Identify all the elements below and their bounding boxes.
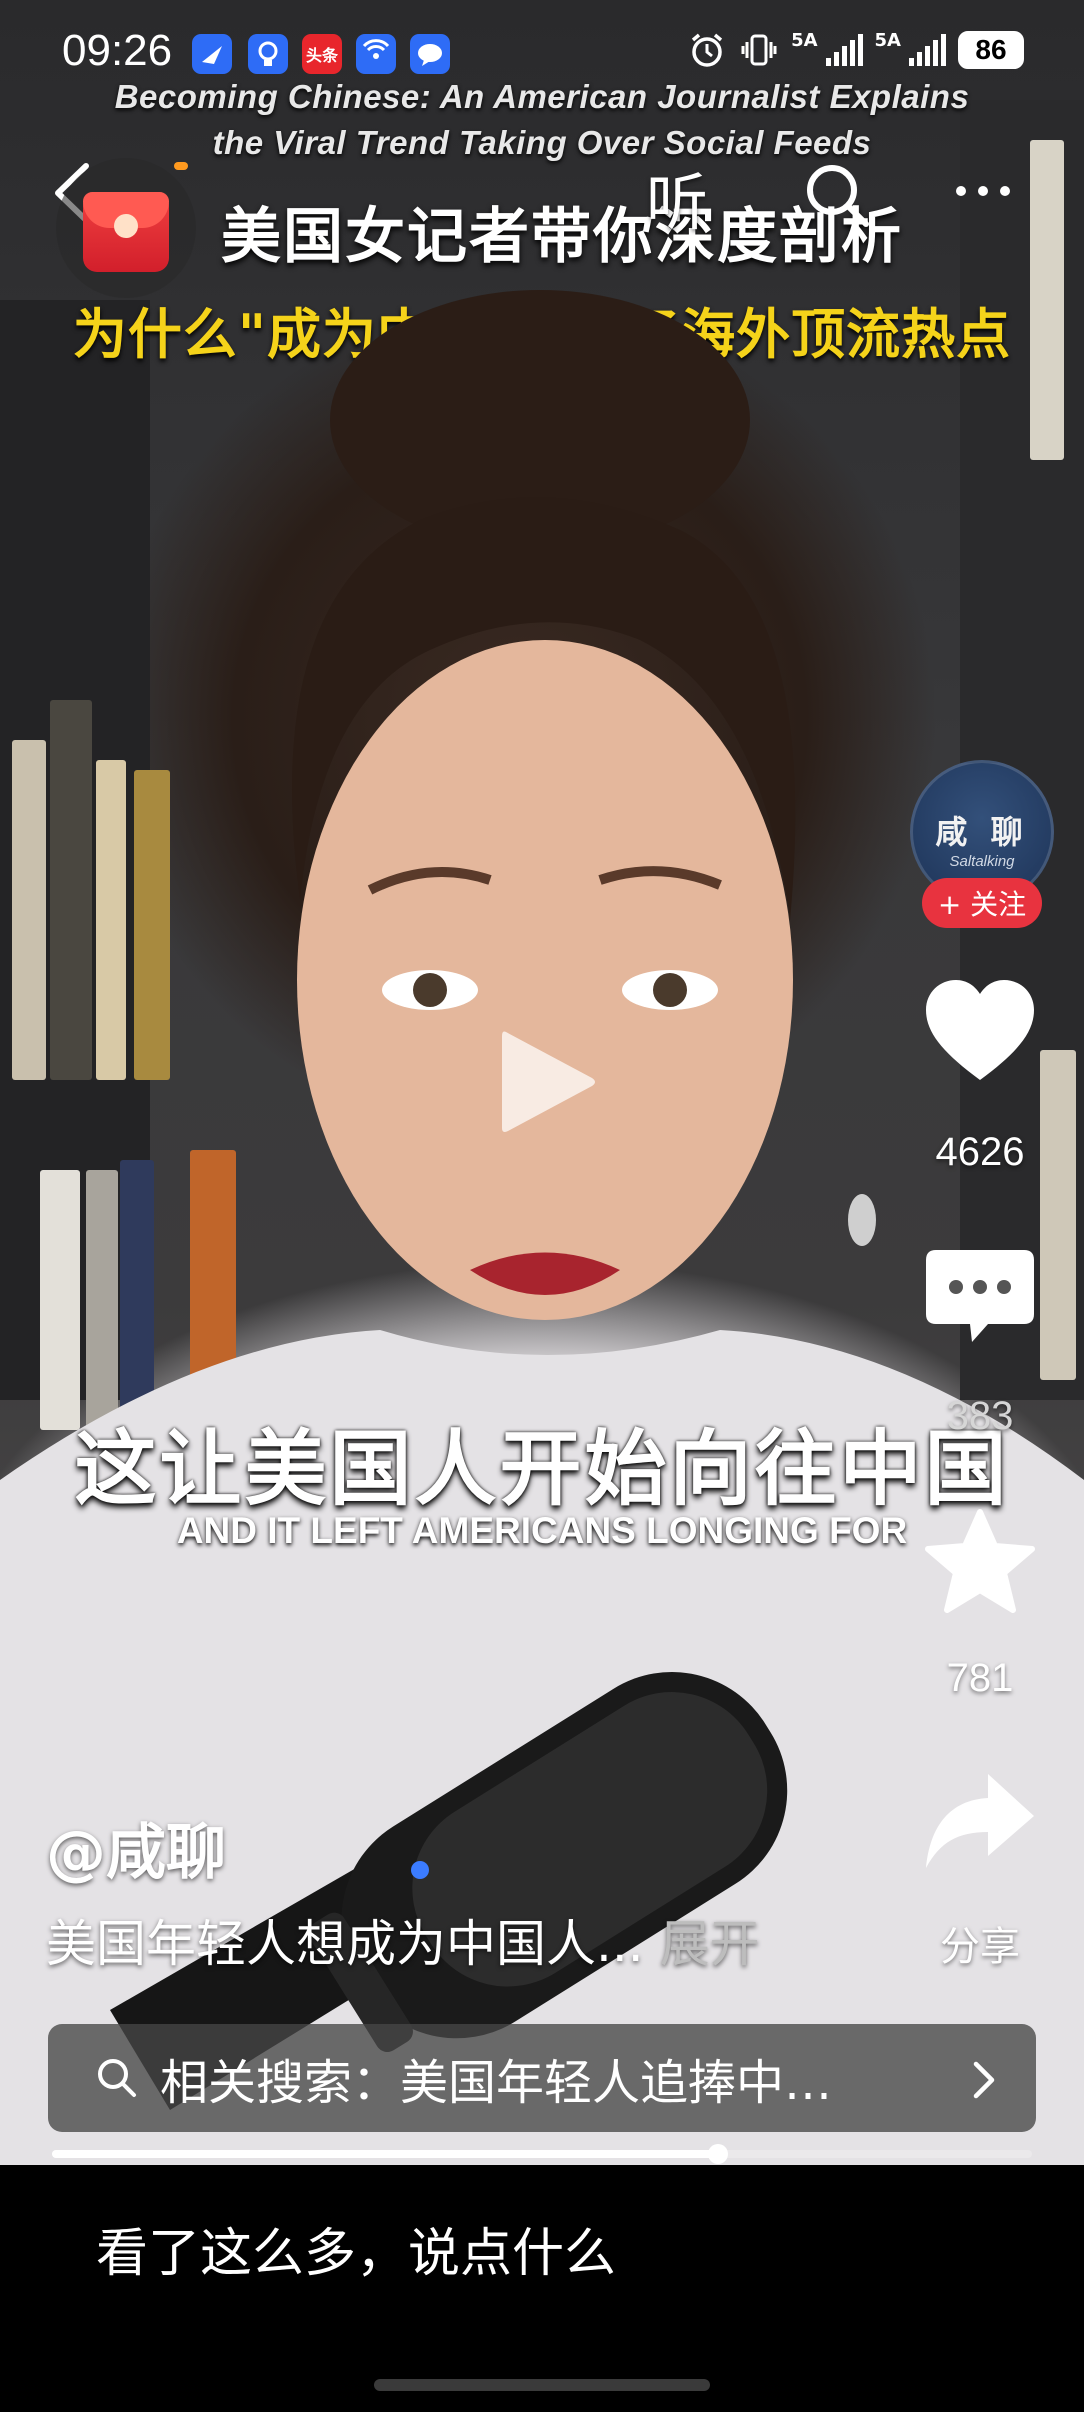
share-arrow-icon (926, 1774, 1034, 1868)
comment-input[interactable]: 看了这么多，说点什么 (96, 2211, 616, 2286)
comment-button[interactable] (922, 1244, 1038, 1354)
heart-icon (926, 980, 1034, 1080)
like-count: 4626 (935, 1130, 1025, 1174)
related-search-bar[interactable]: 相关搜索：美国年轻人追捧中… (48, 2024, 1036, 2132)
video-player[interactable]: 09:26 头条 5A 5A 86 Becoming Chinese: An A… (0, 0, 1084, 2165)
avatar-name-cn: 咸 聊 (935, 813, 1029, 851)
share-label: 分享 (940, 1925, 1020, 1969)
expand-button[interactable]: 展开 (660, 1915, 760, 1973)
author-handle[interactable]: @咸聊 (46, 1804, 226, 1891)
search-icon (98, 2059, 136, 2097)
comment-icon (926, 1250, 1034, 1342)
play-button[interactable] (492, 1022, 602, 1142)
video-description[interactable]: 美国年轻人想成为中国人... 展开 (46, 1904, 760, 1976)
video-progress-bar[interactable] (52, 2144, 1032, 2164)
play-icon (502, 1031, 595, 1132)
share-button[interactable] (922, 1770, 1038, 1876)
comment-bar: 看了这么多，说点什么 (0, 2165, 1084, 2412)
star-icon (925, 1509, 1035, 1613)
chevron-right-icon (973, 2061, 995, 2099)
favorite-button[interactable] (922, 1508, 1038, 1618)
follow-button[interactable]: + 关注 (922, 878, 1042, 928)
like-button[interactable] (922, 976, 1038, 1086)
favorite-count: 781 (946, 1656, 1014, 1700)
home-indicator[interactable] (374, 2379, 710, 2391)
progress-fill (52, 2150, 719, 2158)
related-search-text: 相关搜索：美国年轻人追捧中… (160, 2055, 833, 2111)
avatar-name-en: Saltalking (949, 853, 1015, 870)
comment-count: 383 (946, 1394, 1014, 1438)
description-text: 美国年轻人想成为中国人... (46, 1915, 644, 1973)
